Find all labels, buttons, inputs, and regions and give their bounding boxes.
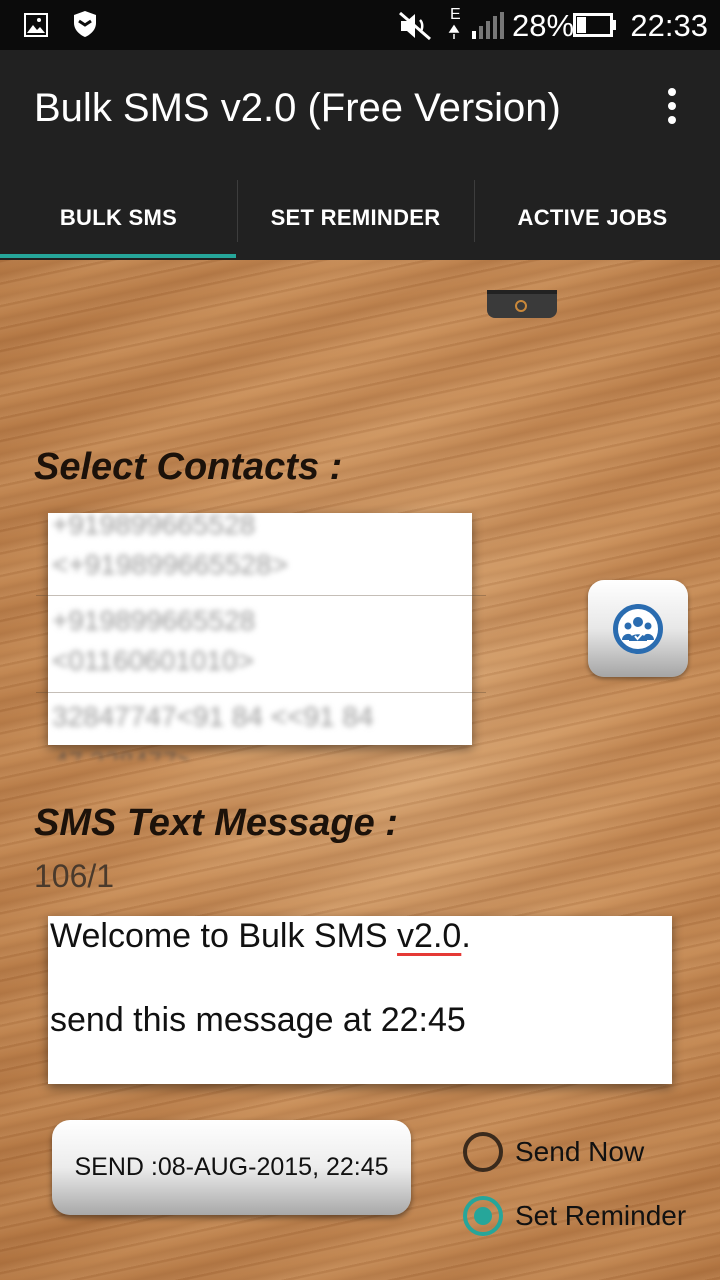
radio-label: Set Reminder	[515, 1200, 687, 1231]
mute-icon	[399, 11, 431, 41]
contact-entry-overflow: 47 328477>	[54, 746, 192, 760]
signal-icon	[448, 12, 504, 39]
radio-set-reminder[interactable]: Set Reminder	[463, 1196, 686, 1236]
more-vert-icon[interactable]	[662, 88, 682, 128]
tab-set-reminder[interactable]: SET REMINDER	[237, 176, 474, 260]
contacts-group-icon	[613, 603, 663, 654]
gallery-icon	[24, 13, 48, 37]
app-bar: Bulk SMS v2.0 (Free Version)	[0, 50, 720, 176]
battery-percent: 28%	[512, 8, 575, 43]
pick-contacts-button[interactable]	[588, 580, 688, 677]
radio-label: Send Now	[515, 1136, 645, 1167]
char-counter: 106/1	[34, 858, 115, 894]
contact-entry: +919899665528	[52, 605, 256, 636]
shield-icon	[74, 11, 96, 37]
radio-send-now[interactable]: Send Now	[463, 1132, 644, 1172]
message-line-2: send this message at 22:45	[50, 1001, 466, 1039]
contacts-divider	[36, 595, 486, 596]
radio-button[interactable]	[463, 1132, 503, 1172]
send-button[interactable]: SEND :08-AUG-2015, 22:45	[52, 1120, 411, 1215]
status-time: 22:33	[630, 8, 708, 43]
tab-bulk-sms[interactable]: BULK SMS	[0, 176, 237, 260]
contacts-list[interactable]: +919899665528 <+919899665528> +919899665…	[48, 513, 472, 745]
contact-entry: <+919899665528>	[52, 549, 288, 580]
contact-entry: 32847747<91 84 <<91 84	[52, 701, 374, 732]
contacts-divider	[36, 692, 486, 693]
main-content: Select Contacts : +919899665528 <+919899…	[0, 260, 720, 1280]
contacts-entries: +919899665528 <+919899665528> +919899665…	[52, 513, 472, 737]
contact-entry: +919899665528	[52, 513, 256, 540]
battery-icon	[573, 13, 616, 37]
status-bar: E 28% 22:33	[0, 0, 720, 50]
app-title: Bulk SMS v2.0 (Free Version)	[34, 86, 561, 130]
message-line-1: Welcome to Bulk SMS v2.0.	[50, 917, 471, 955]
drawer-handle[interactable]	[487, 290, 557, 318]
select-contacts-title: Select Contacts :	[34, 446, 343, 488]
radio-button-selected[interactable]	[463, 1196, 503, 1236]
tab-bar: BULK SMS SET REMINDER ACTIVE JOBS	[0, 176, 720, 260]
message-input[interactable]: Welcome to Bulk SMS v2.0. send this mess…	[48, 916, 672, 1084]
contact-entry: <01160601010>	[52, 645, 254, 676]
tab-active-jobs[interactable]: ACTIVE JOBS	[474, 176, 711, 260]
sms-text-title: SMS Text Message :	[34, 802, 398, 844]
misspelled-word: v2.0	[397, 917, 462, 955]
